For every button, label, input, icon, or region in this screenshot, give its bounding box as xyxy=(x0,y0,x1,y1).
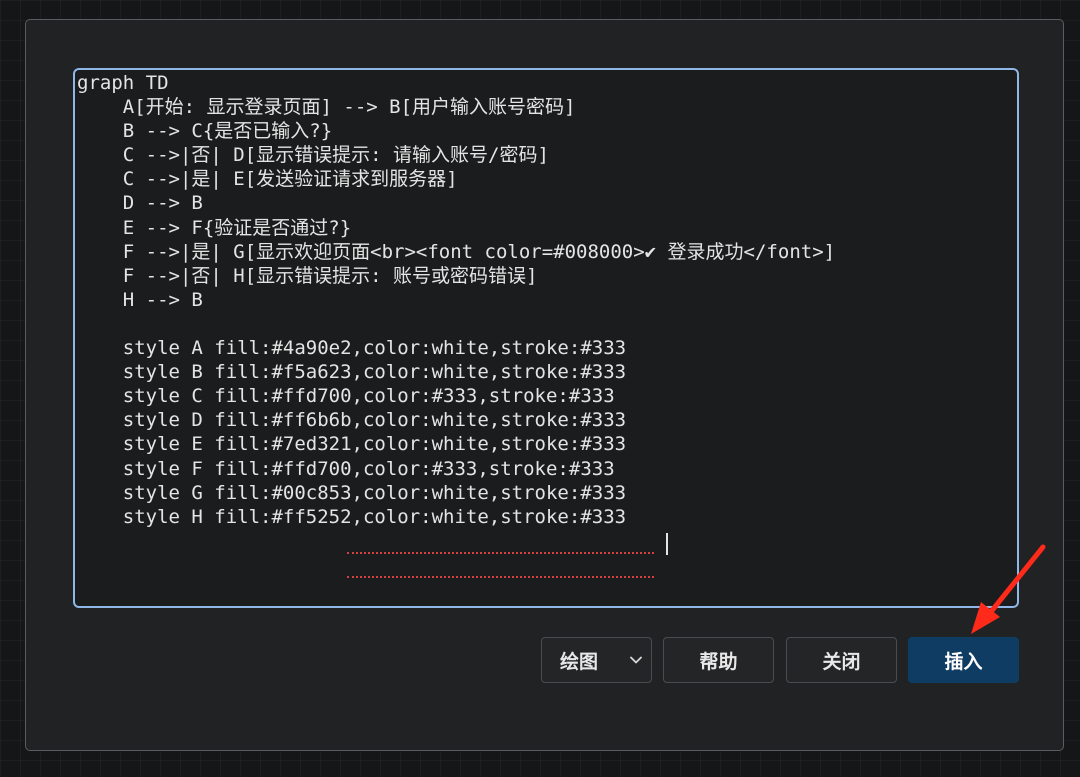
mermaid-dialog: graph TD A[开始: 显示登录页面] --> B[用户输入账号密码] B… xyxy=(25,19,1064,751)
close-button-label: 关闭 xyxy=(822,650,861,673)
chevron-down-icon xyxy=(630,656,642,664)
help-button[interactable]: 帮助 xyxy=(663,637,774,683)
spellcheck-underline-g xyxy=(347,552,654,554)
insert-button[interactable]: 插入 xyxy=(908,637,1019,683)
help-button-label: 帮助 xyxy=(699,650,738,673)
spellcheck-underline-h xyxy=(347,576,654,578)
close-button[interactable]: 关闭 xyxy=(786,637,897,683)
text-caret xyxy=(666,533,668,555)
mode-select-label: 绘图 xyxy=(560,650,599,673)
mode-select[interactable]: 绘图 xyxy=(541,637,652,683)
code-text[interactable]: graph TD A[开始: 显示登录页面] --> B[用户输入账号密码] B… xyxy=(77,71,1011,529)
insert-button-label: 插入 xyxy=(944,650,983,673)
code-editor[interactable]: graph TD A[开始: 显示登录页面] --> B[用户输入账号密码] B… xyxy=(73,68,1019,608)
